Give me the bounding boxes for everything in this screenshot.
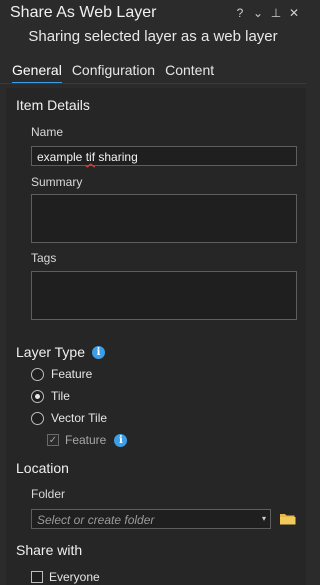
- radio-button-feature[interactable]: [31, 367, 44, 381]
- radio-selected-dot: [35, 393, 40, 399]
- name-field-value: example tif sharing: [37, 150, 138, 164]
- vector-tile-feature-option: ✓ Feature i: [47, 433, 128, 447]
- summary-label: Summary: [31, 175, 83, 189]
- radio-vector-tile[interactable]: Vector Tile: [31, 411, 107, 425]
- tab-content[interactable]: Content: [165, 62, 214, 84]
- close-icon[interactable]: ✕: [288, 5, 300, 21]
- radio-button-vector-tile[interactable]: [31, 411, 44, 425]
- share-with-heading: Share with: [16, 542, 83, 558]
- everyone-option[interactable]: Everyone: [31, 570, 100, 584]
- pane-subtitle: Sharing selected layer as a web layer: [28, 28, 278, 45]
- feature-info-icon[interactable]: i: [114, 433, 128, 447]
- tags-label: Tags: [31, 251, 57, 265]
- layer-type-heading-row: Layer Type i: [16, 344, 106, 360]
- pane-header-icons: ? ⌄ ⊥ ✕: [234, 5, 300, 21]
- radio-tile[interactable]: Tile: [31, 389, 70, 403]
- folder-select-placeholder: Select or create folder: [37, 513, 155, 527]
- feature-checkbox-label: Feature: [65, 433, 107, 447]
- tags-field[interactable]: [31, 271, 297, 320]
- tab-divider: [0, 83, 306, 84]
- tab-bar: General Configuration Content: [12, 62, 214, 84]
- chevron-down-icon[interactable]: ▾: [262, 514, 266, 523]
- radio-feature[interactable]: Feature: [31, 367, 92, 381]
- pane-title: Share As Web Layer: [10, 4, 157, 21]
- pin-icon[interactable]: ⊥: [270, 5, 282, 21]
- radio-vector-tile-label: Vector Tile: [51, 411, 108, 425]
- misspelled-word: tif: [85, 150, 96, 164]
- name-label: Name: [31, 125, 64, 139]
- layer-type-info-icon[interactable]: i: [92, 345, 106, 359]
- everyone-label: Everyone: [49, 570, 100, 584]
- radio-tile-label: Tile: [51, 389, 70, 403]
- summary-field[interactable]: [31, 194, 297, 243]
- chevron-down-icon[interactable]: ⌄: [252, 5, 264, 21]
- radio-button-tile[interactable]: [31, 389, 44, 403]
- folder-browse-icon[interactable]: [279, 511, 296, 526]
- name-field[interactable]: example tif sharing: [31, 146, 297, 166]
- tab-general[interactable]: General: [12, 62, 62, 84]
- layer-type-heading: Layer Type: [16, 344, 86, 360]
- everyone-checkbox[interactable]: [31, 571, 43, 583]
- folder-select[interactable]: Select or create folder ▾: [31, 509, 271, 529]
- radio-feature-label: Feature: [51, 367, 93, 381]
- share-as-web-layer-pane: Share As Web Layer ? ⌄ ⊥ ✕ Sharing selec…: [0, 0, 306, 585]
- feature-checkbox: ✓: [47, 434, 59, 446]
- help-icon[interactable]: ?: [234, 5, 246, 21]
- folder-label: Folder: [31, 487, 66, 501]
- item-details-heading: Item Details: [16, 97, 90, 113]
- tab-configuration[interactable]: Configuration: [72, 62, 155, 84]
- location-heading: Location: [16, 460, 69, 476]
